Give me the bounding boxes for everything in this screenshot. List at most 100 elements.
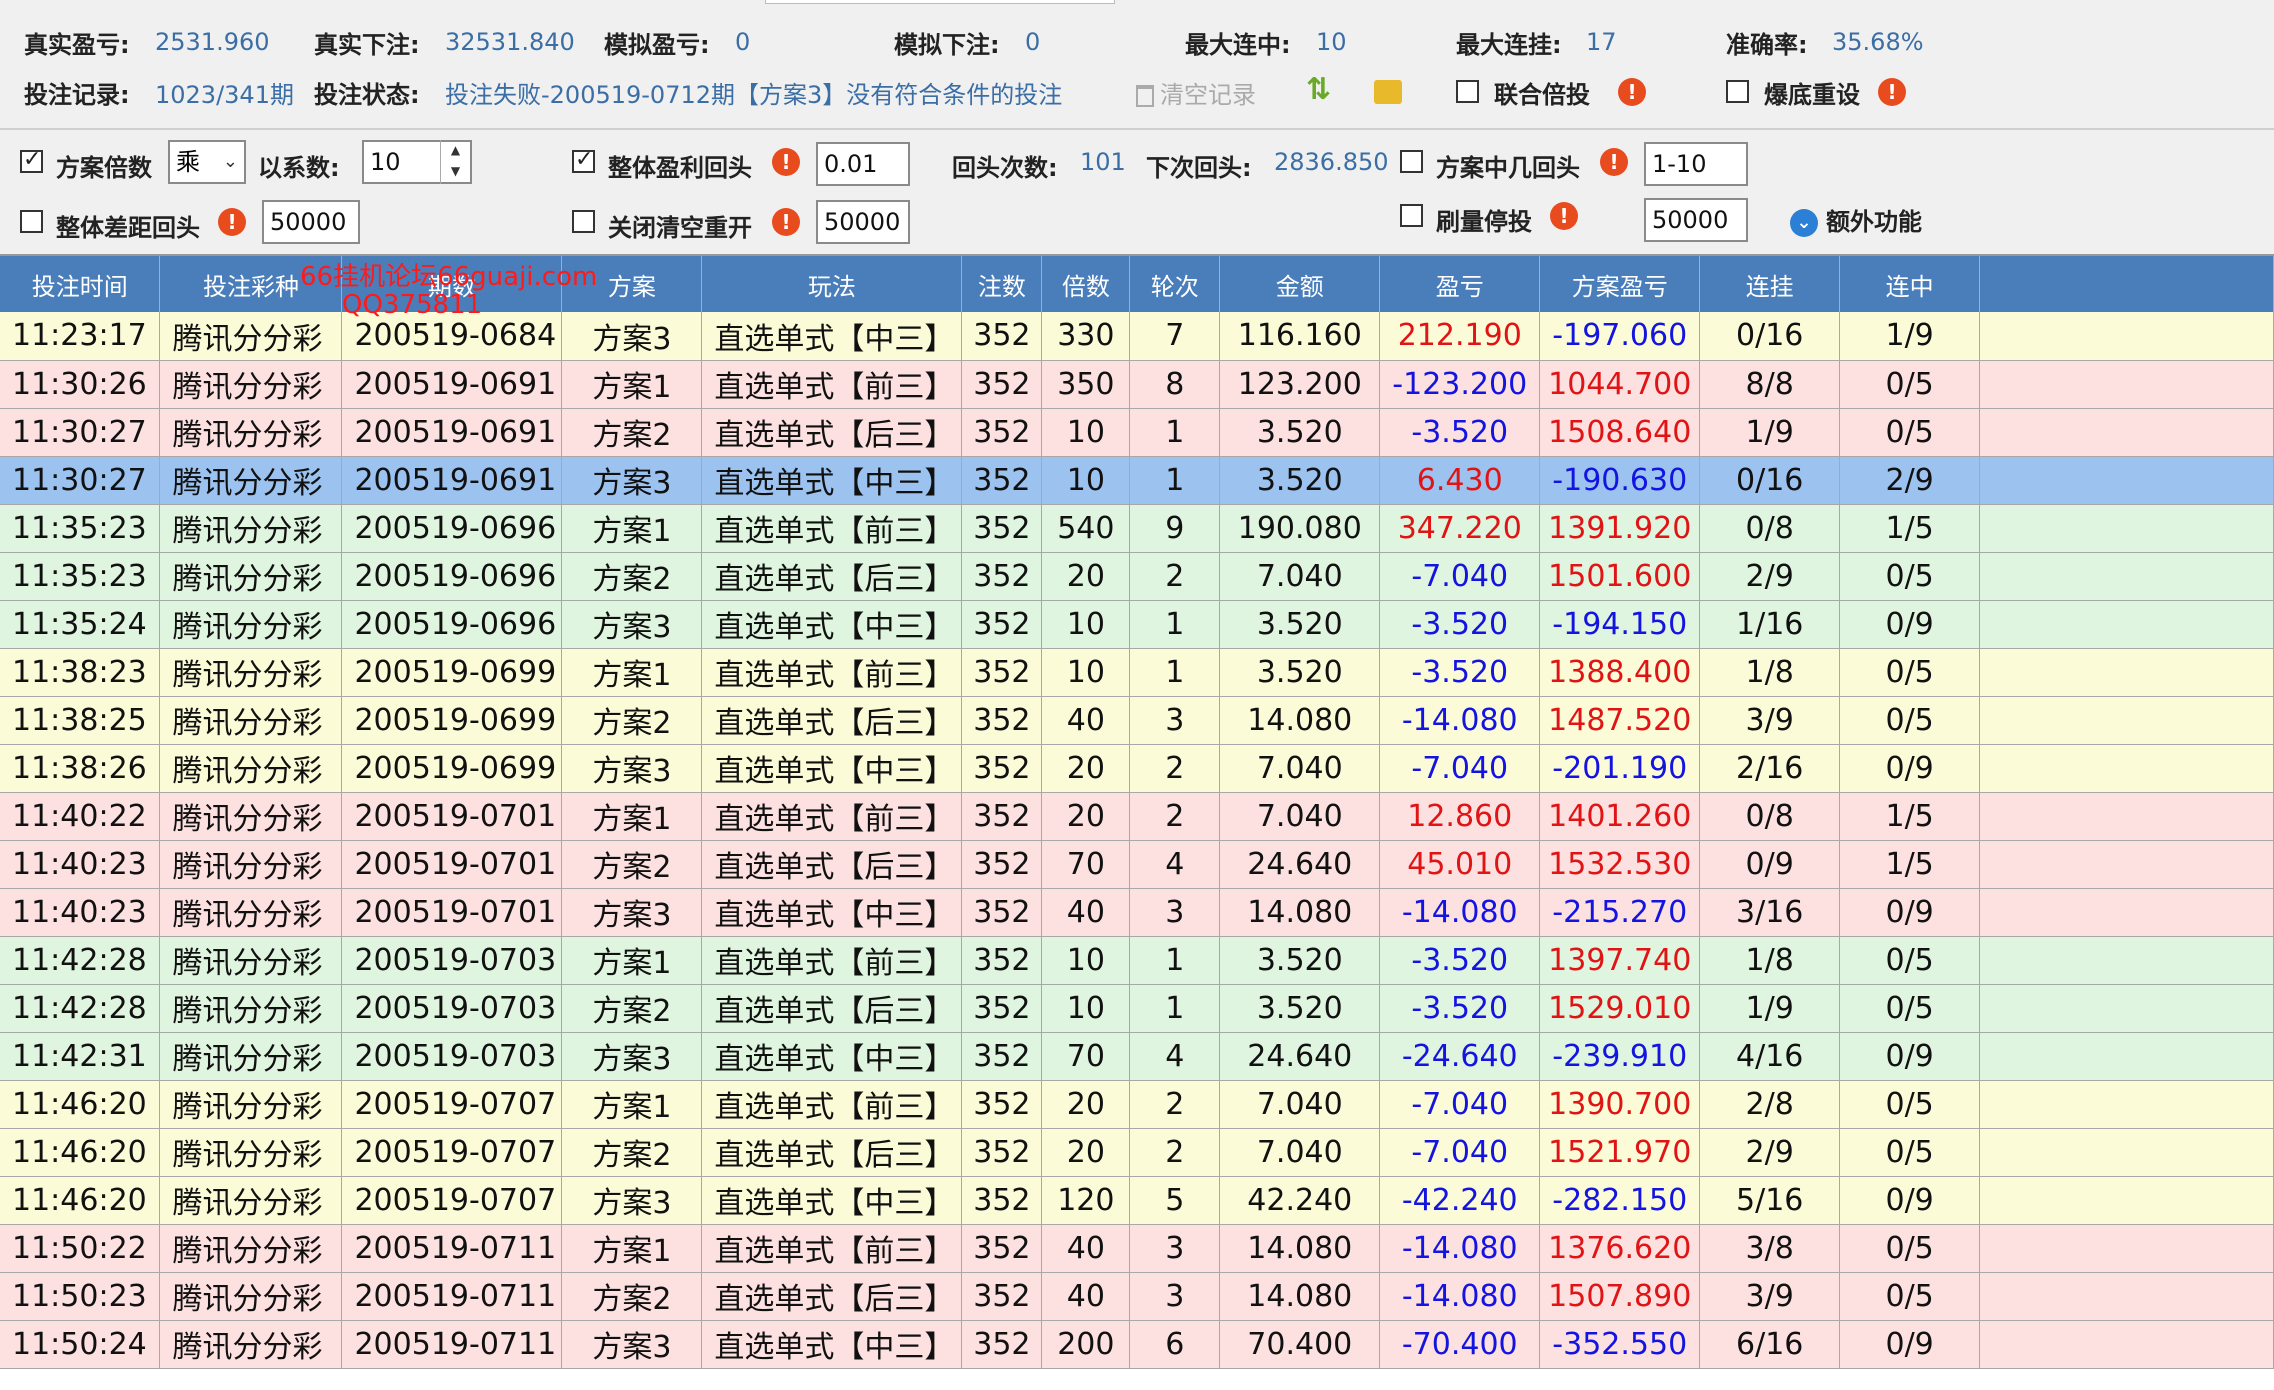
table-row[interactable]: 11:50:24 腾讯分分彩 200519-0711 方案3 直选单式【中三】 352 20… xyxy=(0,1320,2274,1369)
table-cell: 方案1 xyxy=(561,504,703,553)
table-cell: -14.080 xyxy=(1379,1272,1541,1321)
table-cell: 10 xyxy=(1041,984,1131,1033)
column-header[interactable]: 金额 xyxy=(1219,256,1381,312)
coef-spinner[interactable]: ▲ ▼ xyxy=(440,140,470,184)
table-cell: -352.550 xyxy=(1539,1320,1701,1369)
close-clear-input[interactable]: 50000 xyxy=(816,200,910,244)
spin-down-icon[interactable]: ▼ xyxy=(441,161,470,182)
table-cell-filler xyxy=(1979,1128,2274,1177)
table-row[interactable]: 11:42:31 腾讯分分彩 200519-0703 方案3 直选单式【中三】 352 70… xyxy=(0,1032,2274,1081)
sim-bet-value: 0 xyxy=(1025,28,1041,56)
table-row[interactable]: 11:46:20 腾讯分分彩 200519-0707 方案2 直选单式【后三】 352 20… xyxy=(0,1128,2274,1177)
brush-stop-warn-icon[interactable]: ! xyxy=(1550,202,1578,230)
clear-records-button[interactable]: 清空记录 xyxy=(1136,75,1256,110)
bust-reset-label: 爆底重设 xyxy=(1764,80,1860,109)
table-cell: 方案2 xyxy=(561,984,703,1033)
overall-gap-checkbox[interactable] xyxy=(20,210,43,233)
table-row[interactable]: 11:35:23 腾讯分分彩 200519-0696 方案1 直选单式【前三】 352 54… xyxy=(0,504,2274,553)
table-cell: 1501.600 xyxy=(1539,552,1701,601)
table-cell: 直选单式【前三】 xyxy=(701,360,963,409)
table-cell: 方案3 xyxy=(561,456,703,505)
overall-gap-warn-icon[interactable]: ! xyxy=(218,208,246,236)
folder-icon[interactable] xyxy=(1374,80,1402,104)
table-cell: 2 xyxy=(1129,552,1221,601)
coef-input[interactable]: 10 ▲ ▼ xyxy=(362,140,472,184)
column-header[interactable]: 连挂 xyxy=(1699,256,1841,312)
table-cell: 腾讯分分彩 xyxy=(159,1176,343,1225)
table-cell: 200519-0707 xyxy=(341,1176,563,1225)
spin-up-icon[interactable]: ▲ xyxy=(441,140,470,161)
accuracy-label: 准确率: xyxy=(1726,30,1808,59)
table-row[interactable]: 11:50:22 腾讯分分彩 200519-0711 方案1 直选单式【前三】 352 40… xyxy=(0,1224,2274,1273)
extra-features-button[interactable]: ⌄ 额外功能 xyxy=(1790,202,1922,237)
table-row[interactable]: 11:30:26 腾讯分分彩 200519-0691 方案1 直选单式【前三】 352 35… xyxy=(0,360,2274,409)
table-cell: -123.200 xyxy=(1379,360,1541,409)
column-header[interactable]: 方案盈亏 xyxy=(1539,256,1701,312)
overall-profit-checkbox[interactable] xyxy=(572,147,595,173)
table-cell-filler xyxy=(1979,312,2274,361)
sim-profit-label: 模拟盈亏: xyxy=(604,30,710,59)
table-row[interactable]: 11:38:25 腾讯分分彩 200519-0699 方案2 直选单式【后三】 352 40… xyxy=(0,696,2274,745)
table-cell: 4 xyxy=(1129,840,1221,889)
joint-double-checkbox[interactable] xyxy=(1456,80,1479,103)
table-cell: 1/9 xyxy=(1699,408,1841,457)
table-row[interactable]: 11:35:23 腾讯分分彩 200519-0696 方案2 直选单式【后三】 352 20… xyxy=(0,552,2274,601)
brush-stop-input[interactable]: 50000 xyxy=(1644,198,1748,242)
table-row[interactable]: 11:40:23 腾讯分分彩 200519-0701 方案2 直选单式【后三】 352 70… xyxy=(0,840,2274,889)
table-cell: 352 xyxy=(961,1272,1043,1321)
table-cell: 方案1 xyxy=(561,360,703,409)
close-clear-warn-icon[interactable]: ! xyxy=(772,208,800,236)
brush-stop-checkbox[interactable] xyxy=(1400,204,1423,227)
table-cell-filler xyxy=(1979,888,2274,937)
table-row[interactable]: 11:50:23 腾讯分分彩 200519-0711 方案2 直选单式【后三】 352 40… xyxy=(0,1272,2274,1321)
table-cell: 腾讯分分彩 xyxy=(159,696,343,745)
column-header[interactable]: 轮次 xyxy=(1129,256,1221,312)
plan-hit-warn-icon[interactable]: ! xyxy=(1600,148,1628,176)
table-row[interactable]: 11:46:20 腾讯分分彩 200519-0707 方案3 直选单式【中三】 352 12… xyxy=(0,1176,2274,1225)
bust-reset-warn-icon[interactable]: ! xyxy=(1878,78,1906,106)
table-row[interactable]: 11:38:26 腾讯分分彩 200519-0699 方案3 直选单式【中三】 352 20… xyxy=(0,744,2274,793)
bust-reset-checkbox[interactable] xyxy=(1726,80,1749,103)
mult-op-select[interactable]: 乘 ⌄ xyxy=(168,140,246,184)
table-row[interactable]: 11:30:27 腾讯分分彩 200519-0691 方案3 直选单式【中三】 352 10… xyxy=(0,456,2274,505)
joint-double-warn-icon[interactable]: ! xyxy=(1618,78,1646,106)
column-header[interactable]: 连中 xyxy=(1839,256,1981,312)
table-row[interactable]: 11:30:27 腾讯分分彩 200519-0691 方案2 直选单式【后三】 352 10… xyxy=(0,408,2274,457)
column-header[interactable]: 投注时间 xyxy=(0,256,161,312)
table-row[interactable]: 11:40:23 腾讯分分彩 200519-0701 方案3 直选单式【中三】 352 40… xyxy=(0,888,2274,937)
table-row[interactable]: 11:40:22 腾讯分分彩 200519-0701 方案1 直选单式【前三】 352 20… xyxy=(0,792,2274,841)
table-cell-filler xyxy=(1979,792,2274,841)
plan-mult-checkbox[interactable] xyxy=(20,147,43,173)
table-cell: 7.040 xyxy=(1219,744,1381,793)
table-cell: 1 xyxy=(1129,648,1221,697)
overall-profit-input[interactable]: 0.01 xyxy=(816,142,910,186)
overall-gap-input[interactable]: 50000 xyxy=(262,200,360,244)
column-header[interactable]: 注数 xyxy=(961,256,1043,312)
table-cell: 14.080 xyxy=(1219,696,1381,745)
table-cell: 200519-0711 xyxy=(341,1320,563,1369)
close-clear-checkbox[interactable] xyxy=(572,210,595,233)
column-header[interactable]: 倍数 xyxy=(1041,256,1131,312)
table-cell: 腾讯分分彩 xyxy=(159,1320,343,1369)
overall-profit-warn-icon[interactable]: ! xyxy=(772,148,800,176)
table-cell: 352 xyxy=(961,552,1043,601)
record-label: 投注记录: xyxy=(24,80,130,109)
plan-hit-checkbox[interactable] xyxy=(1400,150,1423,173)
table-cell: 2/8 xyxy=(1699,1080,1841,1129)
sort-arrows-icon[interactable]: ⇅ xyxy=(1306,72,1331,107)
table-row[interactable]: 11:46:20 腾讯分分彩 200519-0707 方案1 直选单式【前三】 352 20… xyxy=(0,1080,2274,1129)
table-row[interactable]: 11:35:24 腾讯分分彩 200519-0696 方案3 直选单式【中三】 352 10… xyxy=(0,600,2274,649)
table-row[interactable]: 11:42:28 腾讯分分彩 200519-0703 方案2 直选单式【后三】 352 10… xyxy=(0,984,2274,1033)
table-cell: 200519-0696 xyxy=(341,600,563,649)
table-cell: 200519-0691 xyxy=(341,408,563,457)
coef-value: 10 xyxy=(370,148,401,176)
table-cell-filler xyxy=(1979,456,2274,505)
table-cell: 540 xyxy=(1041,504,1131,553)
column-header[interactable]: 盈亏 xyxy=(1379,256,1541,312)
table-row[interactable]: 11:42:28 腾讯分分彩 200519-0703 方案1 直选单式【前三】 352 10… xyxy=(0,936,2274,985)
table-cell: 方案2 xyxy=(561,1128,703,1177)
column-header[interactable]: 玩法 xyxy=(701,256,963,312)
table-row[interactable]: 11:38:23 腾讯分分彩 200519-0699 方案1 直选单式【前三】 352 10… xyxy=(0,648,2274,697)
table-cell-filler xyxy=(1979,648,2274,697)
plan-hit-input[interactable]: 1-10 xyxy=(1644,142,1748,186)
